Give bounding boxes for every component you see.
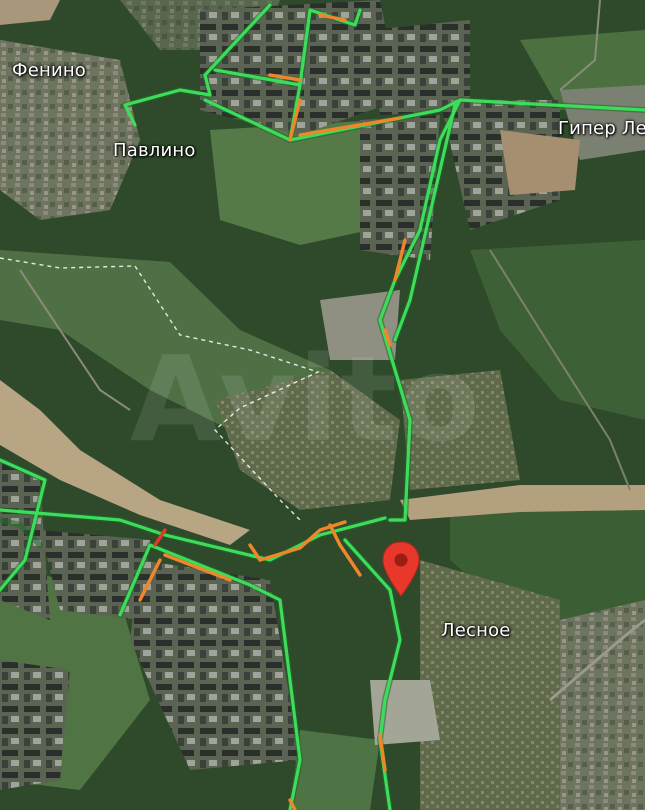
traffic-overlay (0, 2, 645, 810)
place-label-fenino: Фенино (12, 60, 87, 81)
traffic-roads-free (0, 2, 645, 810)
place-label-pavlino: Павлино (113, 140, 196, 161)
place-label-giper: Гипер Ле (558, 118, 645, 139)
map-view[interactable]: Avito Фенино Павлино Гипер Ле Лесное (0, 0, 645, 810)
place-label-lesnoe: Лесное (441, 620, 511, 641)
marker-shape (382, 541, 420, 597)
map-pin-icon[interactable] (381, 540, 421, 598)
